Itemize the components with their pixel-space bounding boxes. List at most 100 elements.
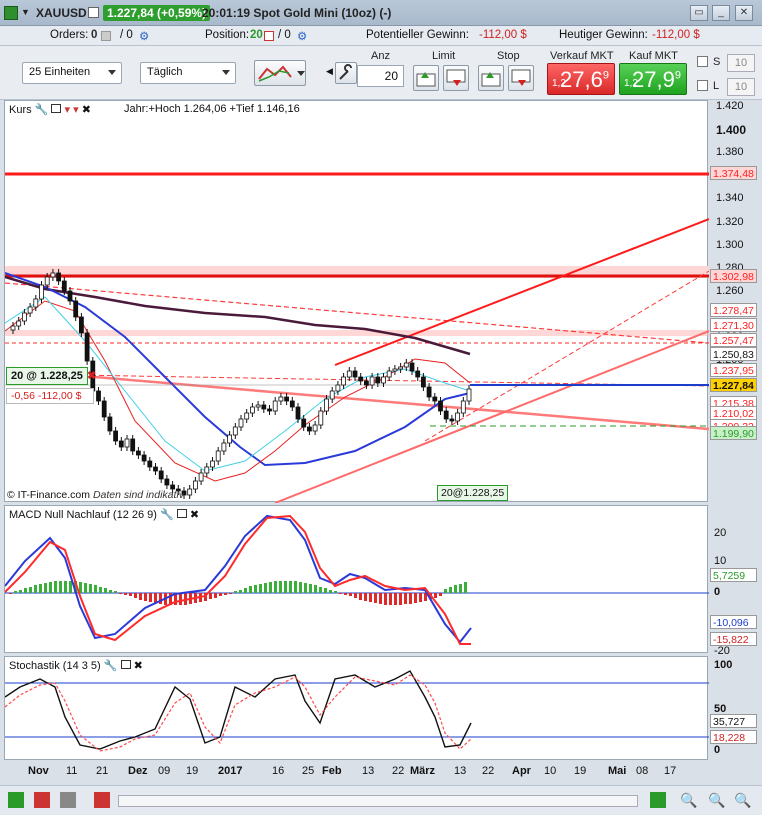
limit-buy-button[interactable] — [413, 65, 439, 91]
candle-body — [295, 406, 301, 420]
gear-icon[interactable]: ⚙ — [139, 29, 149, 43]
candle-body — [113, 430, 118, 442]
period-select[interactable]: Täglich — [140, 62, 236, 84]
wrench-icon[interactable]: 🔧 — [35, 104, 49, 116]
units-select[interactable]: 25 Einheiten — [22, 62, 122, 84]
indicator-icon[interactable] — [94, 792, 110, 808]
candle-body — [16, 320, 22, 327]
position-sep: / 0 — [278, 29, 291, 41]
close-panel-icon[interactable]: ✖ — [134, 660, 143, 672]
candle-body — [358, 376, 364, 382]
potential-gain-value: -112,00 $ — [479, 29, 527, 41]
units-value: 25 Einheiten — [29, 66, 91, 78]
macd-bar — [64, 581, 67, 593]
candle-body — [164, 478, 170, 486]
time-tick: 13 — [454, 765, 467, 777]
chart-type-button[interactable] — [254, 60, 306, 86]
zoom-in-icon[interactable]: 🔍 — [734, 792, 751, 808]
chart-tools-icon[interactable] — [8, 792, 24, 808]
wrench-icon[interactable] — [335, 62, 357, 84]
price-change-badge: 1.227,84 (+0,59%) — [103, 5, 211, 21]
macd-bar — [214, 593, 217, 598]
price-tick: 1.320 — [716, 215, 744, 228]
buy-market-button[interactable]: 1,2 27,99 — [619, 63, 687, 95]
macd-bar — [419, 593, 422, 602]
close-icon[interactable]: ✖ — [87, 369, 96, 382]
entry-marker[interactable]: 20@1.228,25 — [437, 485, 509, 501]
candle-body — [455, 412, 461, 422]
link-checkbox[interactable] — [88, 7, 99, 18]
wrench-icon[interactable]: 🔧 — [160, 509, 174, 521]
candle-body — [73, 300, 79, 318]
qty-input[interactable]: 20 — [357, 65, 404, 87]
candle-body — [415, 370, 421, 378]
wrench-icon[interactable]: 🔧 — [104, 660, 118, 672]
maximize-icon[interactable] — [120, 660, 131, 669]
maximize-icon[interactable] — [176, 509, 187, 518]
close-position-icon[interactable] — [264, 31, 274, 41]
time-tick: 11 — [66, 765, 78, 777]
candle-body — [278, 396, 284, 402]
macd-bar — [374, 593, 377, 603]
horizontal-scrollbar[interactable] — [118, 795, 638, 807]
maximize-icon[interactable] — [51, 104, 62, 113]
position-box[interactable]: 20 @ 1.228,25 — [6, 367, 88, 385]
arrow-down-icon[interactable]: ▾ — [73, 104, 79, 116]
macd-bar — [144, 593, 147, 601]
restore-button[interactable]: ▭ — [690, 5, 708, 21]
limit-sell-button[interactable] — [443, 65, 469, 91]
chevron-down-icon[interactable]: ▼ — [21, 7, 30, 17]
s-checkbox[interactable] — [697, 56, 708, 67]
l-input[interactable]: 10 — [727, 78, 755, 96]
close-button[interactable]: ✕ — [735, 5, 753, 21]
price-label: 1.237,95 — [710, 363, 757, 377]
stop-buy-button[interactable] — [478, 65, 504, 91]
macd-bar — [139, 593, 142, 600]
candle-body — [352, 370, 358, 378]
s-input[interactable]: 10 — [727, 54, 755, 72]
gear-icon[interactable]: ⚙ — [297, 29, 307, 43]
macd-value: -10,096 — [710, 615, 757, 629]
candle-body — [443, 410, 449, 420]
candle-body — [249, 406, 255, 414]
candle-body — [50, 272, 56, 278]
stoch-svg — [4, 670, 709, 752]
macd-bar — [324, 588, 327, 593]
macd-bar — [149, 593, 152, 602]
candle-body — [232, 426, 238, 436]
candle-body — [255, 404, 261, 408]
price-chart-panel[interactable]: Kurs 🔧 ▾ ▾ ✖ Jahr:+Hoch 1.264,06 +Tief 1… — [4, 100, 710, 504]
orders-label: Orders: — [50, 29, 89, 41]
macd-panel[interactable]: MACD Null Nachlauf (12 26 9) 🔧 ✖ — [4, 505, 709, 653]
pl-points: -0,56 — [11, 390, 35, 402]
stop-sell-button[interactable] — [508, 65, 534, 91]
zoom-chart-icon[interactable] — [650, 792, 666, 808]
macd-bar — [339, 593, 342, 594]
price-label: 1.278,47 — [710, 303, 757, 317]
sell-price-sup: 9 — [602, 69, 609, 82]
orders-filter-checkbox[interactable] — [101, 31, 111, 41]
fit-zoom-icon[interactable]: 🔍 — [680, 792, 697, 808]
candle-body — [369, 376, 375, 386]
minimize-button[interactable]: _ — [712, 5, 730, 21]
collapse-arrow-icon[interactable]: ◀ — [326, 66, 333, 77]
arrow-down-icon[interactable]: ▾ — [65, 104, 71, 116]
price-chart-svg — [4, 172, 710, 504]
candle-body — [466, 388, 472, 402]
close-panel-icon[interactable]: ✖ — [190, 509, 199, 521]
limit-sell-icon — [446, 69, 466, 86]
macd-bar — [304, 583, 307, 593]
candle-body — [324, 398, 329, 412]
close-panel-icon[interactable]: ✖ — [82, 104, 91, 116]
price-tick: 1.420 — [716, 100, 744, 112]
candle-body — [96, 390, 101, 402]
sell-market-button[interactable]: 1,2 27,69 — [547, 63, 615, 95]
l-checkbox[interactable] — [697, 80, 708, 91]
candles-icon[interactable] — [34, 792, 50, 808]
zoom-out-icon[interactable]: 🔍 — [708, 792, 725, 808]
candle-body — [261, 404, 267, 410]
stochastic-panel[interactable]: Stochastik (14 3 5) 🔧 ✖ — [4, 656, 709, 760]
bars-icon[interactable] — [60, 792, 76, 808]
macd-bar — [39, 584, 42, 593]
macd-bar — [219, 593, 222, 596]
